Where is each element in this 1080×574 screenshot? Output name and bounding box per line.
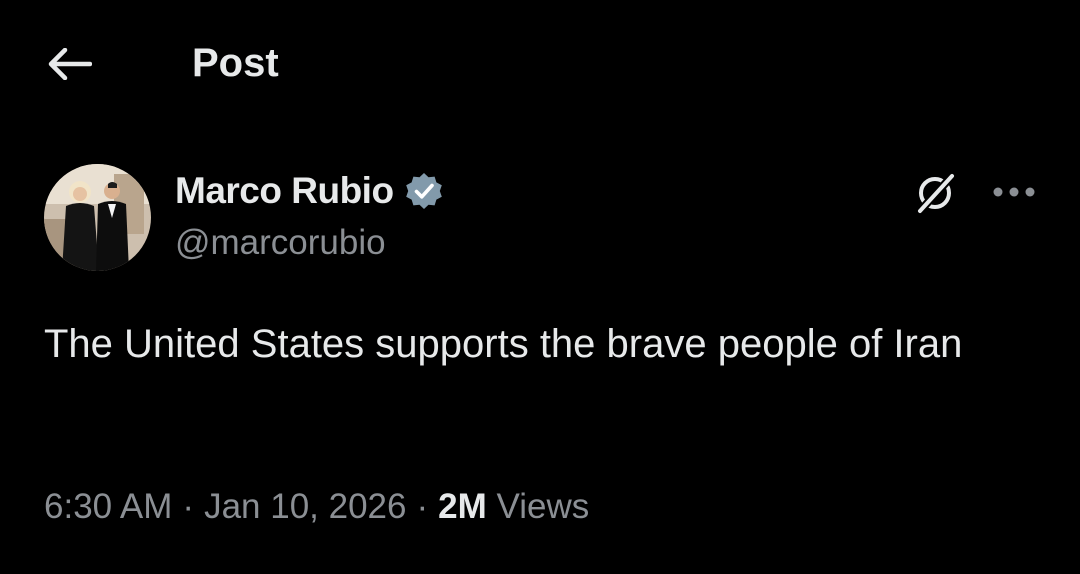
author-info: Marco Rubio @marcorubio xyxy=(175,166,444,266)
grok-icon xyxy=(917,173,955,214)
verified-badge-icon[interactable] xyxy=(404,171,444,211)
post-meta: 6:30 AM · Jan 10, 2026 · 2M Views xyxy=(44,484,589,530)
post-time[interactable]: 6:30 AM xyxy=(44,487,172,526)
views-count[interactable]: 2M xyxy=(438,487,487,526)
user-handle[interactable]: @marcorubio xyxy=(175,220,444,266)
grok-button[interactable] xyxy=(910,166,962,218)
arrow-left-icon xyxy=(48,48,92,80)
separator: · xyxy=(182,487,195,526)
more-horizontal-icon xyxy=(993,187,1035,197)
page-title: Post xyxy=(192,41,279,85)
top-bar: Post xyxy=(0,0,1080,124)
avatar-photo xyxy=(44,164,151,271)
views-label[interactable]: Views xyxy=(497,487,590,526)
display-name[interactable]: Marco Rubio xyxy=(175,170,394,212)
post-text: The United States supports the brave peo… xyxy=(44,322,963,366)
avatar[interactable] xyxy=(44,164,151,271)
more-options-button[interactable] xyxy=(986,170,1042,214)
post-date[interactable]: Jan 10, 2026 xyxy=(204,487,406,526)
back-button[interactable] xyxy=(44,42,94,86)
separator: · xyxy=(416,487,429,526)
